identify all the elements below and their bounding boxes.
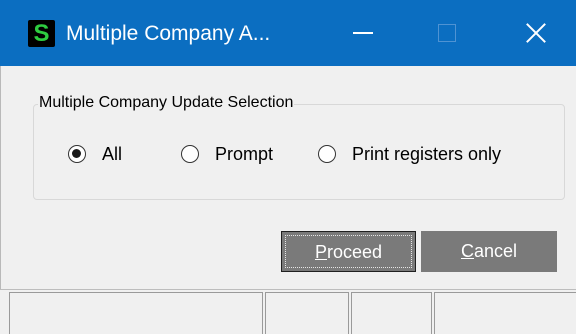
maximize-button xyxy=(402,0,492,66)
radio-prompt[interactable]: Prompt xyxy=(181,140,273,168)
status-panel xyxy=(265,292,349,334)
minimize-icon xyxy=(353,32,373,34)
focus-rectangle: Proceed xyxy=(285,235,412,268)
radio-unselected-icon[interactable] xyxy=(318,145,336,163)
window-title: Multiple Company A... xyxy=(66,22,271,45)
radio-prompt-label[interactable]: Prompt xyxy=(215,144,273,165)
title-bar[interactable]: S Multiple Company A... xyxy=(0,0,576,66)
radio-unselected-icon[interactable] xyxy=(181,145,199,163)
cancel-label: ancel xyxy=(473,241,518,261)
radio-all[interactable]: All xyxy=(68,140,122,168)
radio-all-label[interactable]: All xyxy=(102,144,122,165)
status-panel xyxy=(434,292,576,334)
minimize-button[interactable] xyxy=(318,0,408,66)
radio-print-registers-only-label[interactable]: Print registers only xyxy=(352,144,501,165)
status-panel xyxy=(9,292,263,334)
maximize-icon xyxy=(438,24,456,42)
status-bar xyxy=(0,289,576,334)
radio-print-registers-only[interactable]: Print registers only xyxy=(318,140,501,168)
radio-dot-icon xyxy=(72,149,81,158)
proceed-accel: P xyxy=(314,242,327,262)
cancel-accel: C xyxy=(460,241,474,261)
proceed-label: roceed xyxy=(326,242,383,262)
app-icon[interactable]: S xyxy=(28,20,55,47)
app-icon-letter: S xyxy=(33,20,50,47)
close-button[interactable] xyxy=(496,0,576,66)
status-panel xyxy=(351,292,432,334)
radio-selected-icon[interactable] xyxy=(68,145,86,163)
cancel-button[interactable]: Cancel xyxy=(421,231,557,272)
close-icon xyxy=(525,22,547,44)
proceed-button[interactable]: Proceed xyxy=(281,231,416,272)
group-label: Multiple Company Update Selection xyxy=(38,93,295,113)
